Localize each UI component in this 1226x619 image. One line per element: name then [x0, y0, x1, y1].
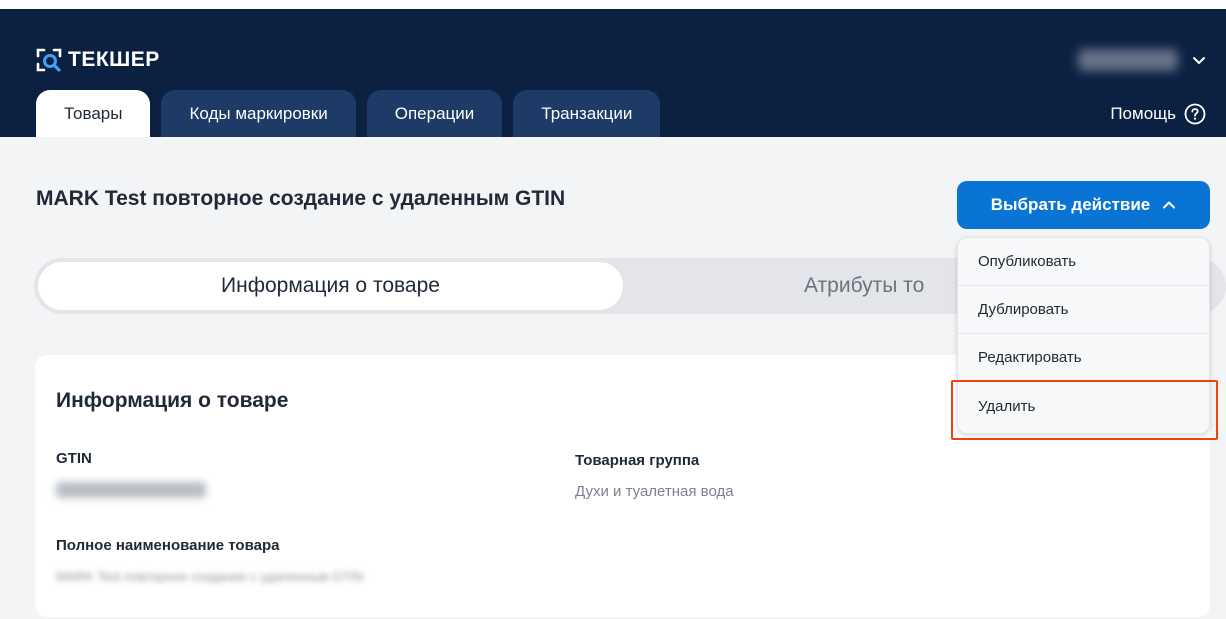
tab-transactions[interactable]: Транзакции [513, 90, 661, 137]
help-link[interactable]: Помощь [1110, 101, 1206, 127]
full-name-label: Полное наименование товара [56, 537, 280, 554]
gtin-label: GTIN [56, 450, 92, 467]
switch-product-attributes[interactable]: Атрибуты то [804, 258, 924, 314]
logo-text: ТЕКШЕР [68, 48, 160, 71]
help-label: Помощь [1110, 104, 1176, 123]
product-group-value: Духи и туалетная вода [575, 483, 734, 500]
select-action-label: Выбрать действие [990, 195, 1151, 214]
app-header: ТЕКШЕР Товары Коды маркировки Операции Т… [0, 9, 1226, 137]
gtin-value-blurred [56, 482, 206, 498]
tab-marking-codes[interactable]: Коды маркировки [161, 90, 356, 137]
tab-products[interactable]: Товары [36, 90, 151, 137]
main-tabs: Товары Коды маркировки Операции Транзакц… [36, 90, 661, 137]
menu-item-publish[interactable]: Опубликовать [958, 238, 1209, 286]
select-action-button[interactable]: Выбрать действие [957, 181, 1210, 229]
switch-product-info[interactable]: Информация о товаре [38, 262, 623, 310]
logo[interactable]: ТЕКШЕР [36, 45, 160, 75]
menu-item-delete[interactable]: Удалить [958, 382, 1209, 430]
page-title: MARK Test повторное создание с удаленным… [36, 187, 566, 210]
logo-icon [36, 48, 62, 72]
user-name-blurred [1078, 49, 1178, 71]
menu-item-edit[interactable]: Редактировать [958, 334, 1209, 382]
chevron-down-icon [1193, 57, 1205, 64]
action-menu: Опубликовать Дублировать Редактировать У… [957, 237, 1210, 434]
card-title: Информация о товаре [56, 389, 289, 412]
user-menu[interactable] [1078, 45, 1206, 75]
page: ТЕКШЕР Товары Коды маркировки Операции Т… [0, 0, 1226, 619]
chevron-up-icon [1163, 201, 1176, 209]
top-border [0, 0, 1226, 9]
full-name-value: MARK Test повторное создание с удаленным… [56, 569, 364, 584]
tab-operations[interactable]: Операции [366, 90, 503, 137]
menu-item-duplicate[interactable]: Дублировать [958, 286, 1209, 334]
product-group-label: Товарная группа [575, 452, 700, 469]
question-circle-icon [1184, 103, 1206, 125]
